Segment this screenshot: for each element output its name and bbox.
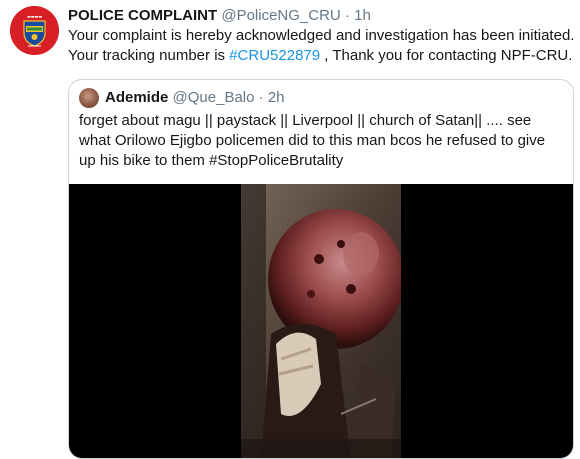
author-handle[interactable]: @PoliceNG_CRU — [221, 7, 340, 24]
tweet[interactable]: ▬▬▬▬ POLICE COMPLAINT @PoliceNG_CRU · 1h… — [0, 0, 580, 459]
quoted-author-avatar[interactable] — [79, 88, 99, 108]
tweet-text-after: , Thank you for contacting NPF-CRU. — [320, 47, 573, 64]
tracking-hashtag[interactable]: #CRU522879 — [229, 47, 320, 64]
tweet-header: POLICE COMPLAINT @PoliceNG_CRU · 1h — [68, 6, 371, 26]
video-thumbnail — [241, 184, 401, 458]
author-name[interactable]: POLICE COMPLAINT — [68, 7, 217, 24]
quoted-tweet-text: forget about magu || paystack || Liverpo… — [79, 112, 546, 169]
quoted-tweet-header: Ademide @Que_Balo · 2h — [105, 88, 285, 108]
quoted-author-handle: @Que_Balo — [172, 89, 255, 106]
video-player[interactable] — [69, 184, 573, 458]
video-still-image — [241, 184, 401, 458]
dot-separator: · — [344, 7, 350, 24]
svg-text:▬▬▬▬: ▬▬▬▬ — [27, 14, 42, 19]
quoted-tweet-time: 2h — [267, 89, 285, 106]
police-avatar[interactable]: ▬▬▬▬ — [10, 6, 59, 55]
quoted-tweet[interactable]: Ademide @Que_Balo · 2h forget about magu… — [68, 79, 574, 459]
police-crest-icon: ▬▬▬▬ — [10, 6, 59, 55]
tweet-time[interactable]: 1h — [354, 7, 371, 24]
quoted-author-name: Ademide — [105, 89, 169, 106]
tweet-text: Your complaint is hereby acknowledged an… — [68, 26, 578, 66]
quoted-dot-separator: · — [258, 89, 264, 106]
